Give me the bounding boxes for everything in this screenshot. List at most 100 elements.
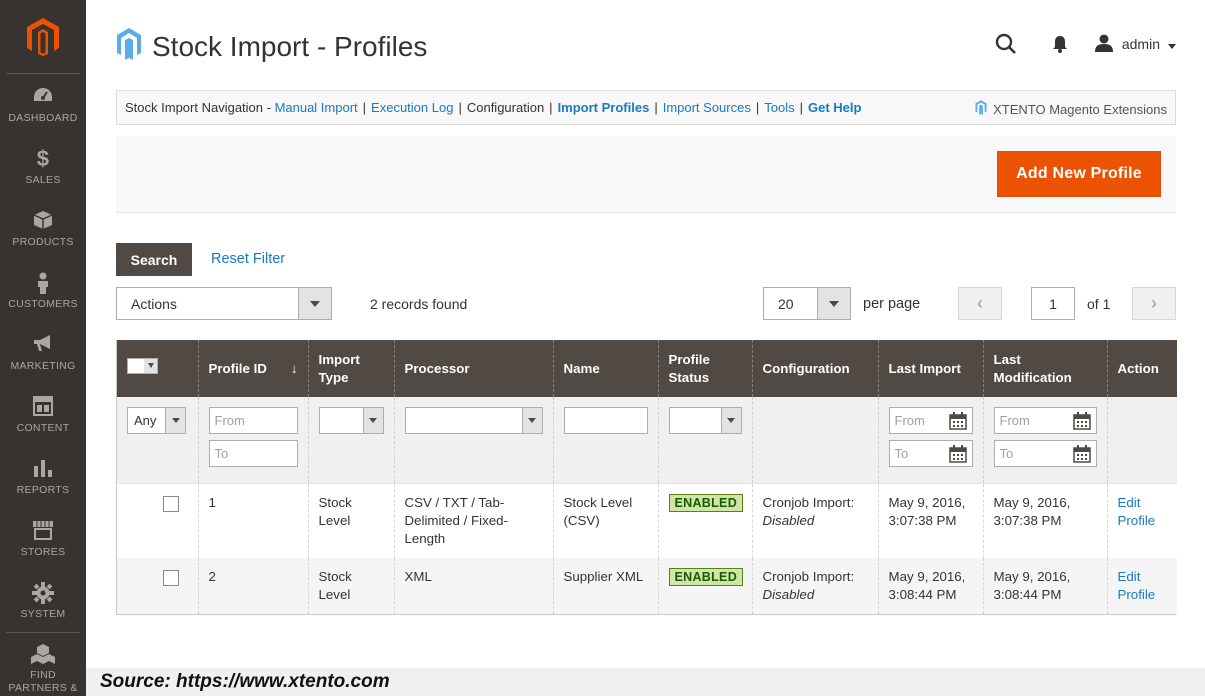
chevron-down-icon	[165, 408, 185, 433]
box-icon	[33, 210, 53, 232]
filter-last-modification-from[interactable]: From	[993, 407, 1097, 434]
sidebar-item-label: Sales	[25, 173, 61, 186]
nav-link-manual-import[interactable]: Manual Import	[275, 100, 358, 115]
filter-last-import-from[interactable]: From	[888, 407, 973, 434]
sidebar-item-dashboard[interactable]: Dashboard	[0, 74, 86, 136]
sidebar-item-customers[interactable]: Customers	[0, 260, 86, 322]
cell-status: ENABLED	[658, 558, 753, 614]
notifications-bell-icon[interactable]	[1040, 30, 1080, 58]
config-label: Cronjob Import:	[762, 569, 855, 584]
sidebar-item-stores[interactable]: Stores	[0, 508, 86, 570]
chevron-left-icon: ‹	[977, 293, 983, 313]
filter-processor-select[interactable]	[404, 407, 543, 434]
mass-actions-select[interactable]: Actions	[116, 287, 332, 320]
cell-import-type: Stock Level	[308, 483, 395, 558]
sort-arrow-down-icon: ↓	[290, 360, 298, 376]
next-page-button[interactable]: ›	[1132, 287, 1176, 320]
table-row[interactable]: 2 Stock Level XML Supplier XML ENABLED C…	[117, 558, 1177, 614]
filter-last-modification-to[interactable]: To	[993, 440, 1097, 467]
cell-configuration: Cronjob Import: Disabled	[752, 558, 879, 614]
brand-text: XTENTO Magento Extensions	[993, 101, 1167, 117]
filter-last-import-to[interactable]: To	[888, 440, 973, 467]
mass-select-dropdown[interactable]	[127, 357, 158, 374]
column-header-configuration[interactable]: Configuration	[752, 340, 879, 397]
config-label: Cronjob Import:	[762, 495, 855, 510]
xtento-brand-link[interactable]: XTENTO Magento Extensions	[975, 100, 1167, 118]
layout-icon	[33, 395, 53, 418]
admin-username: admin	[1121, 36, 1160, 52]
chevron-down-icon	[720, 408, 741, 433]
sidebar-item-reports[interactable]: Reports	[0, 446, 86, 508]
nav-link-configuration[interactable]: Configuration	[467, 100, 544, 115]
sidebar-item-products[interactable]: Products	[0, 198, 86, 260]
filter-id-to[interactable]: To	[208, 440, 298, 467]
filter-placeholder: To	[999, 446, 1014, 461]
records-count: 2 records found	[370, 296, 468, 312]
column-header-last-import[interactable]: Last Import	[878, 340, 984, 397]
nav-link-get-help[interactable]: Get Help	[808, 100, 861, 115]
admin-sidebar: Dashboard $ Sales Products Customers Mar…	[0, 0, 86, 696]
magento-logo-icon[interactable]	[6, 0, 80, 74]
column-header-import-type[interactable]: Import Type	[308, 340, 395, 397]
edit-profile-link[interactable]: Edit Profile	[1118, 569, 1156, 602]
dashboard-icon	[32, 86, 54, 108]
cell-last-modification: May 9, 2016, 3:07:38 PM	[983, 483, 1108, 558]
previous-page-button[interactable]: ‹	[958, 287, 1002, 320]
calendar-icon[interactable]	[948, 445, 967, 463]
sidebar-item-find-partners[interactable]: Find Partners &	[0, 633, 86, 695]
row-checkbox[interactable]	[163, 570, 179, 586]
search-button[interactable]: Search	[116, 243, 192, 276]
sidebar-item-label: Content	[16, 421, 70, 434]
column-header-profile-status[interactable]: Profile Status	[658, 340, 753, 397]
chevron-down-icon	[521, 408, 542, 433]
filter-id-from[interactable]: From	[208, 407, 298, 434]
filter-status-select[interactable]	[668, 407, 742, 434]
per-page-value: 20	[778, 295, 794, 312]
mass-select-header[interactable]	[117, 340, 199, 397]
page-number-input[interactable]: 1	[1031, 287, 1075, 320]
chevron-down-icon	[1168, 36, 1176, 52]
table-row[interactable]: 1 Stock Level CSV / TXT / Tab-Delimited …	[117, 483, 1177, 558]
reset-filter-link[interactable]: Reset Filter	[211, 251, 285, 267]
page-total-label: of 1	[1087, 296, 1111, 312]
per-page-select[interactable]: 20	[763, 287, 851, 320]
nav-link-import-profiles[interactable]: Import Profiles	[558, 100, 650, 115]
chevron-down-icon	[817, 288, 850, 319]
edit-profile-link[interactable]: Edit Profile	[1118, 495, 1156, 528]
nav-link-execution-log[interactable]: Execution Log	[371, 100, 453, 115]
column-header-last-modification[interactable]: Last Modification	[983, 340, 1108, 397]
sidebar-item-marketing[interactable]: Marketing	[0, 322, 86, 384]
mass-actions-value: Actions	[131, 295, 177, 312]
filter-import-type-select[interactable]	[318, 407, 384, 434]
column-header-processor[interactable]: Processor	[394, 340, 554, 397]
calendar-icon[interactable]	[1072, 445, 1091, 463]
cell-last-modification: May 9, 2016, 3:08:44 PM	[983, 558, 1108, 614]
column-header-name[interactable]: Name	[553, 340, 659, 397]
search-icon[interactable]	[986, 30, 1026, 58]
sidebar-item-label: Marketing	[10, 359, 76, 372]
sidebar-item-label: Partners &	[8, 682, 78, 694]
sidebar-item-content[interactable]: Content	[0, 384, 86, 446]
row-checkbox[interactable]	[163, 496, 179, 512]
sidebar-item-sales[interactable]: $ Sales	[0, 136, 86, 198]
cell-processor: XML	[394, 558, 554, 614]
filter-name-input[interactable]	[563, 407, 648, 434]
sidebar-item-system[interactable]: System	[0, 570, 86, 632]
nav-link-tools[interactable]: Tools	[764, 100, 794, 115]
sidebar-item-label: Stores	[20, 545, 66, 558]
filter-select-any[interactable]: Any	[127, 407, 186, 434]
nav-link-import-sources[interactable]: Import Sources	[663, 100, 751, 115]
column-label: Profile ID	[208, 360, 267, 376]
config-value: Disabled	[762, 513, 815, 528]
dollar-icon: $	[36, 145, 50, 171]
calendar-icon[interactable]	[948, 412, 967, 430]
status-badge: ENABLED	[668, 568, 744, 586]
profiles-grid: Profile ID ↓ Import Type Processor Name …	[116, 340, 1177, 615]
add-new-profile-button[interactable]: Add New Profile	[997, 151, 1161, 197]
column-header-profile-id[interactable]: Profile ID ↓	[198, 340, 309, 397]
sidebar-item-label: Reports	[16, 483, 70, 496]
page-actions-bar: Add New Profile	[116, 136, 1176, 213]
calendar-icon[interactable]	[1072, 412, 1091, 430]
stock-import-navigation: Stock Import Navigation - Manual Import …	[116, 90, 1176, 125]
admin-user-menu[interactable]: admin	[1094, 34, 1176, 55]
